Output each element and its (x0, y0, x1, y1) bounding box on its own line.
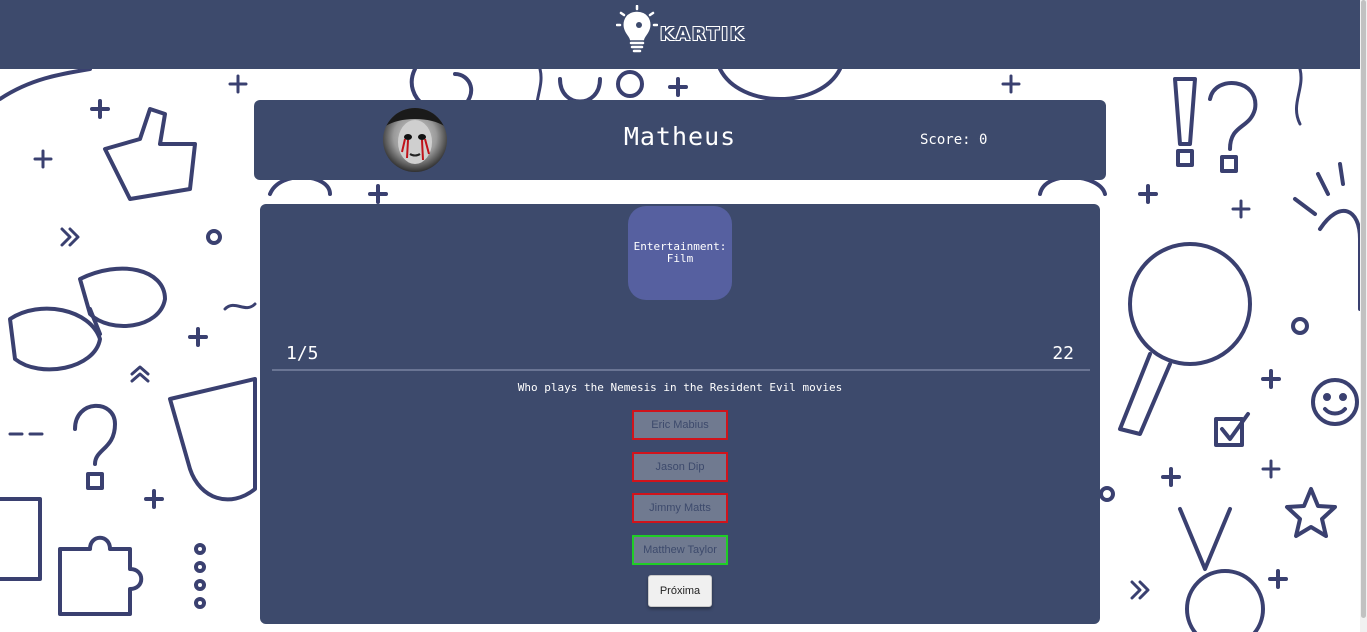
quiz-panel: Entertainment: Film 1/5 22 Who plays the… (260, 204, 1100, 624)
divider (272, 369, 1090, 371)
player-header: Matheus Score: 0 (254, 100, 1106, 180)
scrollbar-thumb[interactable] (1361, 0, 1366, 618)
next-button[interactable]: Próxima (648, 575, 712, 607)
lightbulb-head-icon (615, 4, 659, 57)
brand-logo[interactable]: KARTIK (615, 4, 746, 57)
answer-option-correct[interactable]: Matthew Taylor (632, 535, 728, 565)
countdown-timer: 22 (1052, 343, 1074, 364)
question-text: Who plays the Nemesis in the Resident Ev… (517, 381, 843, 394)
scrollbar[interactable] (1360, 0, 1367, 632)
answer-option[interactable]: Jason Dip (632, 452, 728, 482)
avatar (383, 108, 447, 172)
score-label: Score: 0 (920, 132, 988, 148)
answer-option[interactable]: Eric Mabius (632, 410, 728, 440)
brand-name: KARTIK (660, 23, 746, 45)
answer-option[interactable]: Jimmy Matts (632, 493, 728, 523)
category-badge: Entertainment: Film (628, 206, 732, 300)
top-navbar: KARTIK (0, 0, 1360, 69)
player-name: Matheus (623, 122, 737, 151)
question-progress: 1/5 (286, 343, 319, 364)
